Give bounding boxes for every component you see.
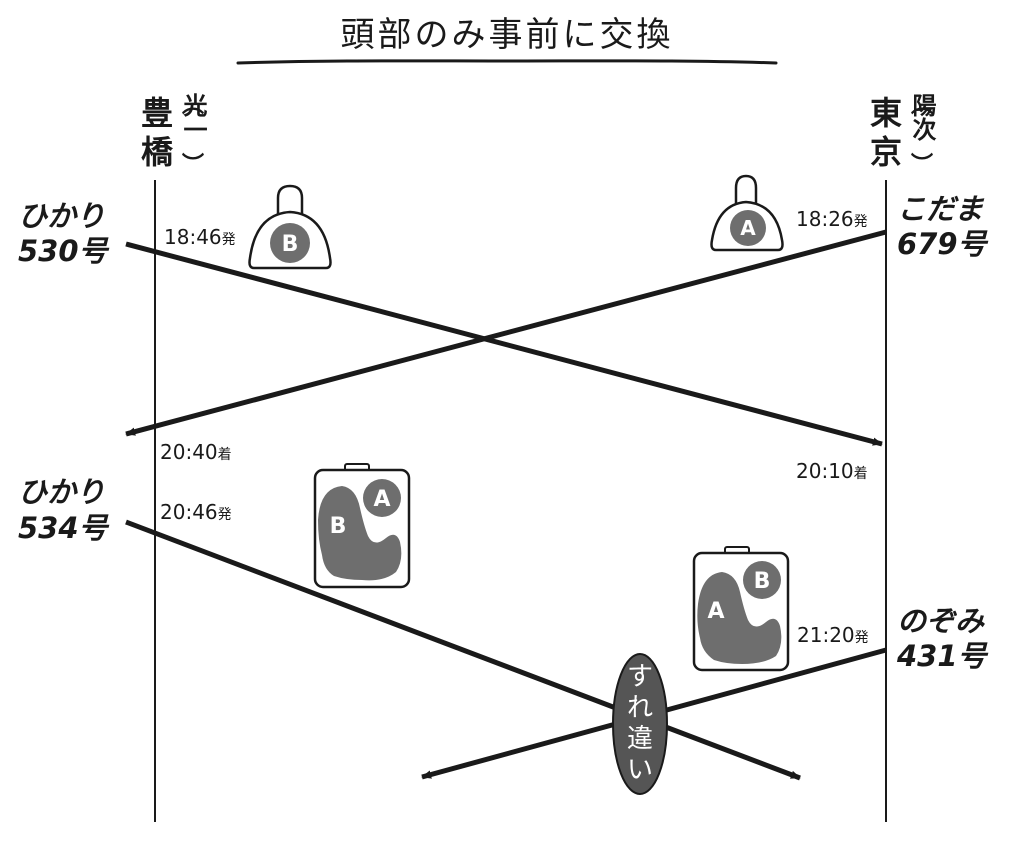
time-suffix: 着 [854, 466, 868, 482]
diagram-title: 頭部のみ事前に交換 [341, 15, 674, 55]
passing-char: 違 [627, 724, 653, 754]
person-bracket-close: ︶ [911, 152, 933, 178]
passing-char: す [627, 662, 653, 692]
nozomi431-name: のぞみ [897, 604, 985, 638]
time-suffix: 発 [855, 630, 869, 646]
person-name-char: 光一 [179, 93, 208, 141]
station-name-char: 豊 [141, 94, 173, 132]
hikari534-number: 534号 [18, 511, 110, 545]
time-suffix: 発 [854, 214, 868, 230]
big-bag-head-letter: A [373, 487, 390, 512]
tokyo-station-label: 東 京 ︵ 陽次 ︶ [870, 93, 936, 178]
passing-char: い [627, 755, 653, 785]
nozomi431-number: 431号 [896, 639, 989, 673]
big-bag-head-letter: B [754, 569, 771, 594]
nozomi431-depart-time: 21:20発 [797, 623, 869, 647]
kodama679-number: 679号 [897, 227, 989, 261]
bag-letter: B [282, 232, 299, 257]
bag-letter: A [740, 216, 756, 240]
time-suffix: 着 [218, 447, 232, 463]
small-bag-b-icon: B [248, 184, 332, 270]
passing-char: れ [627, 693, 653, 723]
station-name-char: 東 [870, 94, 902, 132]
big-bag-body-letter: B [330, 514, 347, 539]
station-name-char: 京 [870, 133, 902, 171]
big-bag-ab-icon: A B [313, 463, 411, 589]
person-bracket-close: ︶ [182, 152, 204, 178]
kodama679-line [125, 229, 887, 437]
time-value: 20:40 [160, 440, 218, 464]
hikari534-name: ひかり [18, 475, 105, 509]
kodama679-name: こだま [897, 192, 984, 226]
time-value: 20:46 [160, 500, 218, 524]
hikari530-arrive-time: 20:10着 [796, 459, 868, 483]
time-value: 18:46 [164, 225, 222, 249]
hikari530-name: ひかり [18, 199, 105, 233]
passing-oval: す れ 違 い [612, 653, 668, 795]
station-name-char: 橋 [141, 133, 174, 171]
big-bag-body-letter: A [707, 599, 724, 624]
time-suffix: 発 [222, 232, 236, 248]
title-underline [236, 59, 778, 65]
hikari530-depart-time: 18:46発 [164, 225, 236, 249]
time-value: 21:20 [797, 623, 855, 647]
small-bag-a-icon: A [710, 174, 784, 252]
train-exchange-diagram: 頭部のみ事前に交換 豊 橋 ︵ 光一 ︶ 東 京 ︵ 陽次 ︶ ひかり 530号… [18, 15, 989, 822]
kodama679-depart-time: 18:26発 [796, 207, 868, 231]
toyohashi-station-label: 豊 橋 ︵ 光一 ︶ [141, 93, 208, 178]
hikari530-line [125, 241, 883, 447]
big-bag-ba-icon: B A [692, 546, 790, 672]
hikari534-depart-time: 20:46発 [160, 500, 232, 524]
kodama679-arrive-time: 20:40着 [160, 440, 232, 464]
time-value: 20:10 [796, 459, 854, 483]
time-value: 18:26 [796, 207, 854, 231]
person-name-char: 陽次 [908, 93, 936, 142]
time-suffix: 発 [218, 507, 232, 523]
hikari530-number: 530号 [18, 234, 110, 268]
